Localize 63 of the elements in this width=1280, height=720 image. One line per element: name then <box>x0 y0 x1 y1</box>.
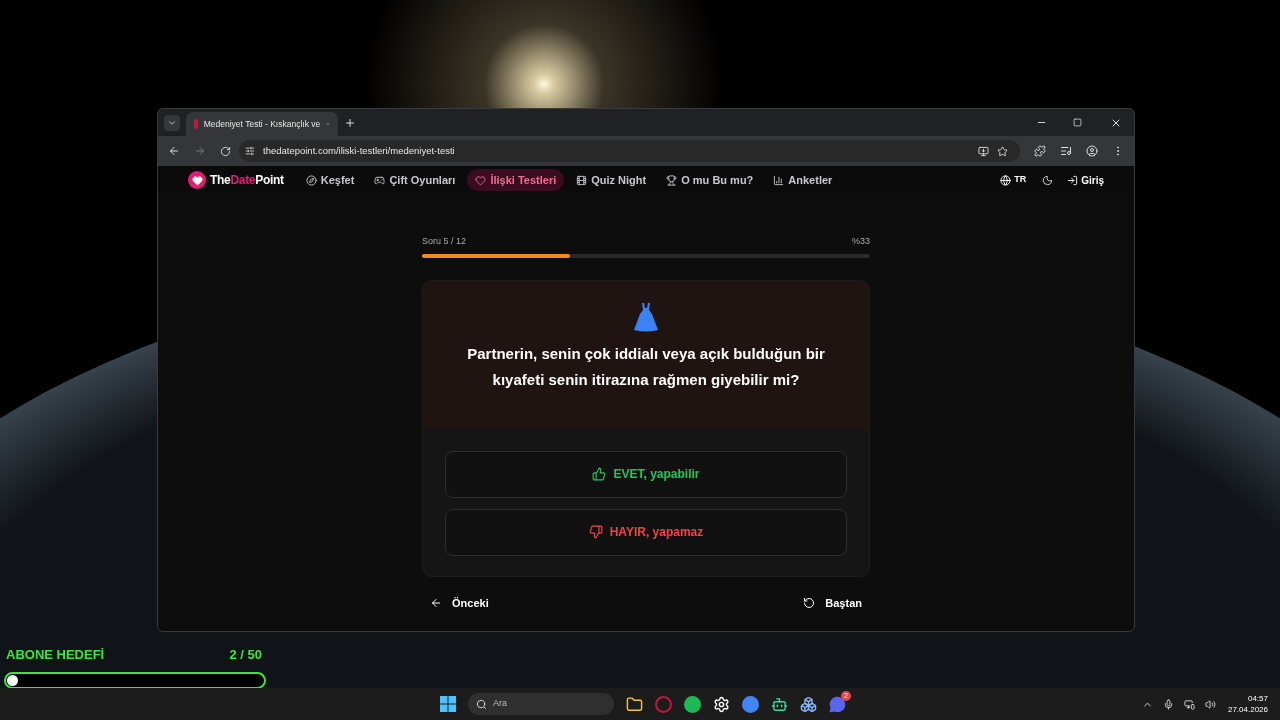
arrow-left-icon <box>430 596 442 609</box>
goal-count: 2 / 50 <box>229 646 262 664</box>
goal-title: ABONE HEDEFİ <box>6 646 105 664</box>
clock-time: 04:57 <box>1247 693 1268 704</box>
boxes-icon[interactable] <box>800 695 817 713</box>
bar-chart-icon <box>773 174 785 186</box>
network-icon[interactable] <box>1183 698 1195 710</box>
profile-icon[interactable] <box>1086 145 1098 157</box>
thumbs-down-icon <box>588 525 603 539</box>
url-text: thedatepoint.com/iliski-testleri/medeniyet-testi <box>263 143 456 158</box>
nav-link[interactable]: İlişki Testleri <box>467 169 565 191</box>
reload-icon[interactable] <box>220 145 231 157</box>
chat-app-icon[interactable] <box>829 695 846 713</box>
microphone-icon[interactable] <box>1162 698 1174 710</box>
nav-link[interactable]: Anketler <box>765 169 841 191</box>
site-settings-icon[interactable] <box>245 146 255 156</box>
answer-button[interactable]: HAYIR, yapamaz <box>445 508 847 556</box>
tab-list-button[interactable] <box>164 114 180 131</box>
film-icon <box>576 174 588 186</box>
moon-icon[interactable] <box>1042 174 1054 186</box>
windows-start-icon[interactable] <box>440 696 456 712</box>
thumbs-up-icon <box>592 467 607 481</box>
nav-link[interactable]: Çift Oyunları <box>366 169 464 191</box>
taskbar-search-field[interactable]: Ara <box>468 693 614 715</box>
login-icon <box>1067 174 1079 186</box>
gear-icon[interactable] <box>713 695 730 713</box>
heart-icon <box>475 174 487 186</box>
question-counter: Soru 5 / 12 <box>422 235 467 248</box>
search-placeholder: Ara <box>493 697 507 711</box>
address-bar[interactable]: thedatepoint.com/iliski-testleri/medeniyet-testi <box>239 140 1020 162</box>
previous-button[interactable]: Önceki <box>430 594 489 611</box>
answer-button[interactable]: EVET, yapabilir <box>445 450 847 498</box>
clock-date: 27.04.2026 <box>1227 704 1268 715</box>
question-text: Partnerin, senin çok iddialı veya açık bulduğun bir kıyafeti senin itirazına rağmen giyebilir mi? <box>466 343 826 390</box>
maximize-icon[interactable] <box>1073 118 1082 127</box>
browser-tab[interactable]: Medeniyet Testi - Kıskançlık ve <box>186 112 338 136</box>
tab-title: Medeniyet Testi - Kıskançlık ve <box>203 117 321 131</box>
nav-link[interactable]: Quiz Night <box>568 169 655 191</box>
language-button[interactable]: TR <box>1000 173 1027 187</box>
trophy-icon <box>666 174 678 186</box>
new-tab-icon[interactable] <box>344 116 356 129</box>
folder-icon[interactable] <box>626 695 643 713</box>
restart-button[interactable]: Baştan <box>803 594 862 611</box>
robot-icon[interactable] <box>771 695 788 713</box>
progress-percent: %33 <box>852 235 870 248</box>
site-logo[interactable]: TheDatePoint <box>210 171 284 189</box>
login-button[interactable]: Giriş <box>1067 172 1104 188</box>
dress-icon <box>632 300 660 333</box>
restart-icon <box>803 596 816 609</box>
favicon-icon <box>194 119 198 129</box>
nav-link[interactable]: O mu Bu mu? <box>658 169 762 191</box>
back-icon[interactable] <box>168 145 180 157</box>
logo-icon <box>188 171 206 189</box>
media-icon[interactable] <box>1060 145 1072 157</box>
volume-icon[interactable] <box>1204 698 1216 710</box>
gamepad-icon <box>374 174 386 186</box>
ring-icon[interactable] <box>655 695 672 713</box>
extensions-icon[interactable] <box>1034 145 1046 157</box>
star-icon[interactable] <box>997 145 1008 157</box>
nav-link[interactable]: Keşfet <box>297 169 363 191</box>
search-icon <box>476 698 487 710</box>
compass-icon <box>305 174 317 186</box>
install-icon[interactable] <box>978 145 989 157</box>
